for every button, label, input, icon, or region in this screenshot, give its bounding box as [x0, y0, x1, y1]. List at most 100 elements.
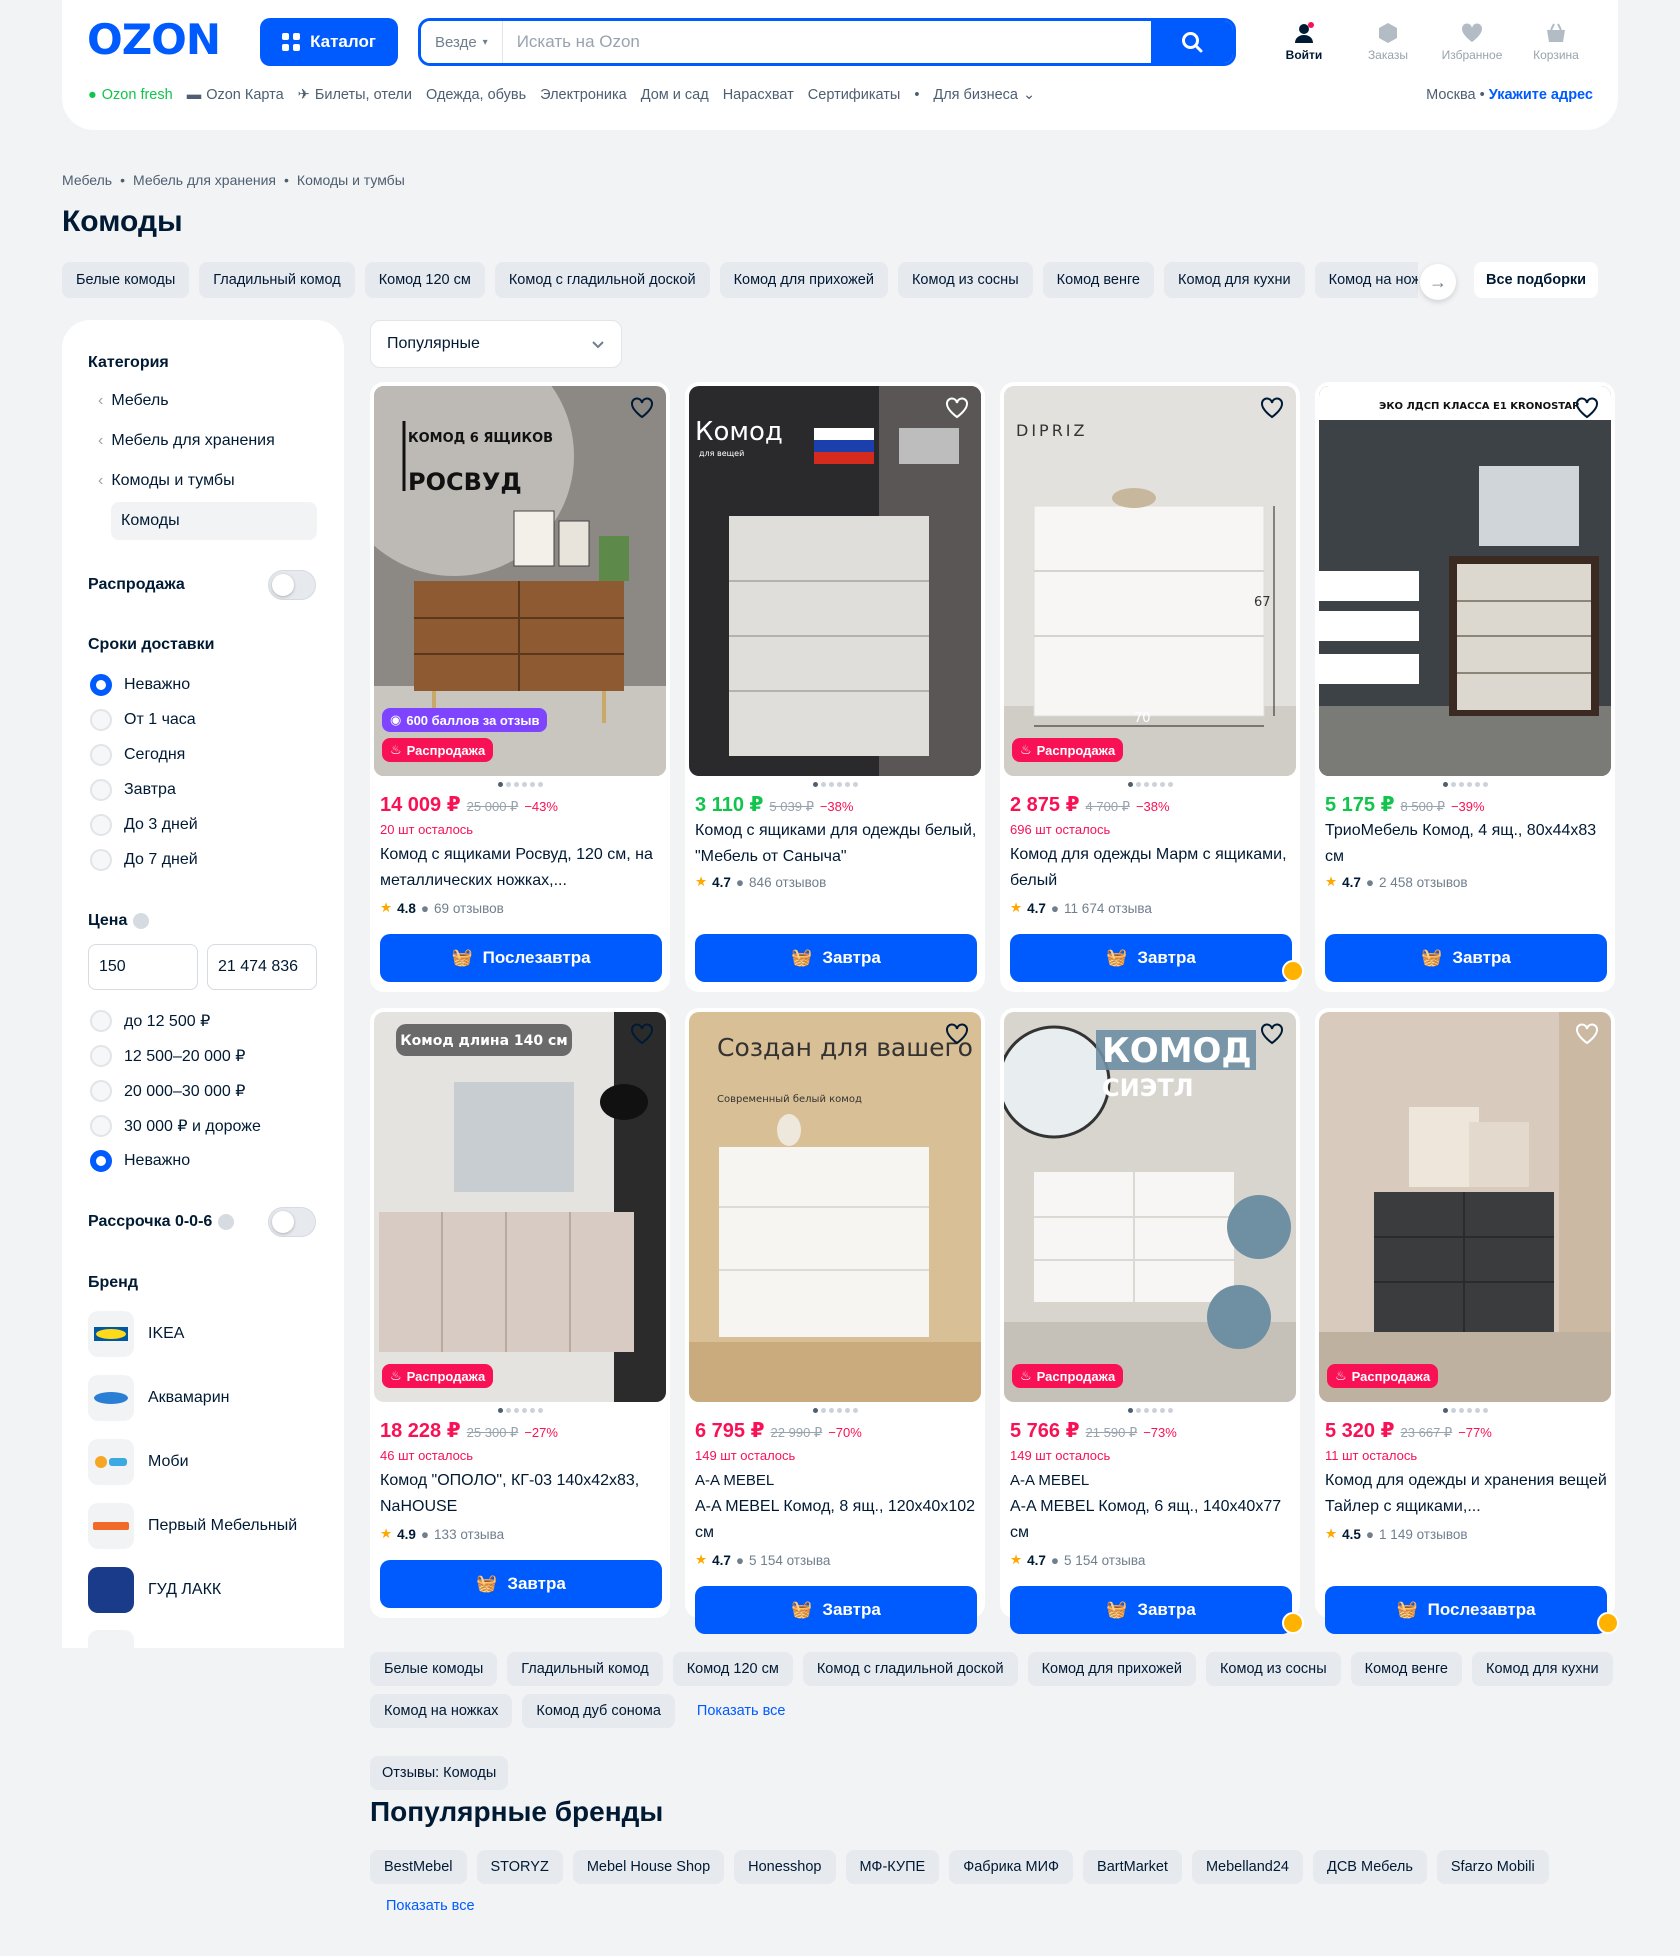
chips-next-button[interactable]: → — [1420, 264, 1456, 300]
nav-electronics[interactable]: Электроника — [540, 87, 627, 103]
product-title[interactable]: Комод для одежды и хранения вещей Тайлер… — [1325, 1468, 1607, 1520]
image-pager[interactable] — [1315, 1408, 1615, 1413]
brand-chip[interactable]: Фабрика МИФ — [949, 1850, 1074, 1884]
chip[interactable]: Комод венге — [1042, 262, 1154, 298]
product-card[interactable]: Создан для вашего уюта Современный белый… — [685, 1008, 985, 1634]
brand-chip[interactable]: STORYZ — [476, 1850, 563, 1884]
reviews-count[interactable]: 846 отзывов — [749, 875, 826, 890]
heart-icon[interactable] — [630, 1022, 654, 1046]
image-pager[interactable] — [1000, 1408, 1300, 1413]
product-image[interactable]: 67 70 DIPRIZ ♨ Распродажа — [1004, 386, 1296, 776]
brand-chip[interactable]: BestMebel — [370, 1850, 467, 1884]
brand-item[interactable] — [88, 1630, 134, 1648]
product-card[interactable]: Комод для вещей 3 110 ₽ 5 039 ₽ −38% Комод… — [685, 382, 985, 992]
reviews-count[interactable]: 1 149 отзывов — [1379, 1527, 1468, 1542]
chip[interactable]: Комод на ножках — [1314, 262, 1418, 298]
product-card[interactable]: ЭКО ЛДСП КЛАССА Е1 KRONOSTAR 5 175 ₽ 8 50… — [1315, 382, 1615, 992]
product-image[interactable]: Комод длина 140 см ♨ Распродажа — [374, 1012, 666, 1402]
tag-chip[interactable]: Комод дуб сонома — [522, 1694, 675, 1728]
search-scope-select[interactable]: Везде ▾ — [421, 21, 503, 63]
price-option[interactable]: 30 000 ₽ и дороже — [90, 1115, 261, 1137]
heart-icon[interactable] — [1260, 396, 1284, 420]
heart-icon[interactable] — [1260, 1022, 1284, 1046]
breadcrumb-item[interactable]: Мебель для хранения — [133, 172, 276, 188]
reviews-count[interactable]: 2 458 отзывов — [1379, 875, 1468, 890]
seller-name[interactable]: A-A MEBEL — [1010, 1468, 1292, 1494]
brand-item[interactable]: Аквамарин — [88, 1375, 229, 1421]
price-option[interactable]: Неважно — [90, 1150, 190, 1172]
brand-chip[interactable]: BartMarket — [1083, 1850, 1182, 1884]
chip[interactable]: Комод для прихожей — [719, 262, 888, 298]
reviews-count[interactable]: 133 отзыва — [434, 1527, 504, 1542]
product-title[interactable]: ТриоМебель Комод, 4 ящ., 80х44х83 см — [1325, 818, 1607, 870]
product-card[interactable]: 67 70 DIPRIZ ♨ Распродажа 2 875 ₽ 4 700 ₽ −… — [1000, 382, 1304, 992]
chip[interactable]: Гладильный комод — [199, 262, 355, 298]
product-image[interactable]: Комод для вещей — [689, 386, 981, 776]
heart-icon[interactable] — [945, 396, 969, 420]
brand-item[interactable]: ГУД ЛАКК — [88, 1567, 221, 1613]
tag-chip[interactable]: Комод из сосны — [1205, 1652, 1341, 1686]
nav-clothes[interactable]: Одежда, обувь — [426, 87, 526, 103]
delivery-option[interactable]: До 3 дней — [90, 814, 198, 836]
chip[interactable]: Комод 120 см — [364, 262, 485, 298]
add-to-cart-button[interactable]: 🧺 Завтра — [1010, 1586, 1292, 1634]
brand-chip[interactable]: Honesshop — [734, 1850, 836, 1884]
location[interactable]: Москва • Укажите адрес — [1426, 87, 1593, 103]
reviews-count[interactable]: 5 154 отзыва — [1064, 1553, 1145, 1568]
add-to-cart-button[interactable]: 🧺 Послезавтра — [1325, 1586, 1607, 1634]
category-link[interactable]: ‹ Мебель — [98, 392, 169, 410]
current-category[interactable]: Комоды — [111, 502, 317, 540]
product-title[interactable]: A-A MEBEL Комод, 6 ящ., 140х40х77 см — [1010, 1494, 1292, 1546]
delivery-option[interactable]: Сегодня — [90, 744, 185, 766]
product-title[interactable]: A-A MEBEL Комод, 8 ящ., 120х40х102 см — [695, 1494, 977, 1546]
product-image[interactable]: Создан для вашего уюта Современный белый… — [689, 1012, 981, 1402]
image-pager[interactable] — [370, 1408, 670, 1413]
price-option[interactable]: 12 500–20 000 ₽ — [90, 1045, 245, 1067]
delivery-option[interactable]: До 7 дней — [90, 849, 198, 871]
breadcrumb-item[interactable]: Комоды и тумбы — [297, 172, 405, 188]
cart-button[interactable]: Корзина — [1514, 22, 1598, 62]
add-to-cart-button[interactable]: 🧺 Послезавтра — [380, 934, 662, 982]
nav-business[interactable]: Для бизнеса ⌄ — [933, 87, 1035, 103]
product-title[interactable]: Комод с ящиками Росвуд, 120 см, на метал… — [380, 842, 662, 894]
seller-name[interactable]: A-A MEBEL — [695, 1468, 977, 1494]
product-image[interactable]: ЭКО ЛДСП КЛАССА Е1 KRONOSTAR — [1319, 386, 1611, 776]
ozon-logo[interactable]: OZON — [87, 16, 233, 60]
sort-select[interactable]: Популярные — [370, 320, 622, 368]
brand-item[interactable]: Моби — [88, 1439, 189, 1485]
brand-chip[interactable]: ДСВ Мебель — [1313, 1850, 1427, 1884]
price-option[interactable]: до 12 500 ₽ — [90, 1010, 210, 1032]
address-link[interactable]: Укажите адрес — [1489, 87, 1593, 103]
product-title[interactable]: Комод для одежды Марм с ящиками, белый — [1010, 842, 1292, 894]
product-card[interactable]: ♨ Распродажа 5 320 ₽ 23 667 ₽ −77% 11 шт ос… — [1315, 1008, 1619, 1634]
brand-item[interactable]: Первый Мебельный — [88, 1503, 297, 1549]
product-card[interactable]: КОМОД СИЭТЛ ♨ Распродажа 5 766 ₽ 21 590 ₽ −… — [1000, 1008, 1304, 1634]
add-to-cart-button[interactable]: 🧺 Завтра — [1010, 934, 1292, 982]
category-link[interactable]: ‹ Комоды и тумбы — [98, 472, 235, 490]
tag-chip[interactable]: Гладильный комод — [507, 1652, 663, 1686]
delivery-option[interactable]: От 1 часа — [90, 709, 196, 731]
login-button[interactable]: Войти — [1262, 22, 1346, 62]
product-card[interactable]: КОМОД 6 ЯЩИКОВ РОСВУД ◉ 600 баллов за отз… — [370, 382, 670, 992]
installment-toggle[interactable] — [268, 1207, 316, 1237]
search-button[interactable] — [1151, 21, 1233, 63]
heart-icon[interactable] — [630, 396, 654, 420]
delivery-option[interactable]: Завтра — [90, 779, 176, 801]
product-image[interactable]: КОМОД СИЭТЛ ♨ Распродажа — [1004, 1012, 1296, 1402]
show-all-brands-link[interactable]: Показать все — [386, 1898, 475, 1914]
add-to-cart-button[interactable]: 🧺 Завтра — [1325, 934, 1607, 982]
breadcrumb-item[interactable]: Мебель — [62, 172, 112, 188]
favorites-button[interactable]: Избранное — [1430, 22, 1514, 62]
heart-icon[interactable] — [1575, 1022, 1599, 1046]
reviews-link[interactable]: Отзывы: Комоды — [370, 1756, 509, 1790]
brand-chip[interactable]: МФ-КУПЕ — [845, 1850, 940, 1884]
heart-icon[interactable] — [945, 1022, 969, 1046]
show-all-tags-link[interactable]: Показать все — [685, 1694, 798, 1728]
add-to-cart-button[interactable]: 🧺 Завтра — [695, 1586, 977, 1634]
price-to-input[interactable]: 21 474 836 — [207, 944, 317, 990]
tag-chip[interactable]: Комод венге — [1350, 1652, 1462, 1686]
chip[interactable]: Комод с гладильной доской — [494, 262, 710, 298]
add-to-cart-button[interactable]: 🧺 Завтра — [695, 934, 977, 982]
search-input[interactable] — [502, 21, 1151, 63]
product-image[interactable]: КОМОД 6 ЯЩИКОВ РОСВУД ◉ 600 баллов за отз… — [374, 386, 666, 776]
